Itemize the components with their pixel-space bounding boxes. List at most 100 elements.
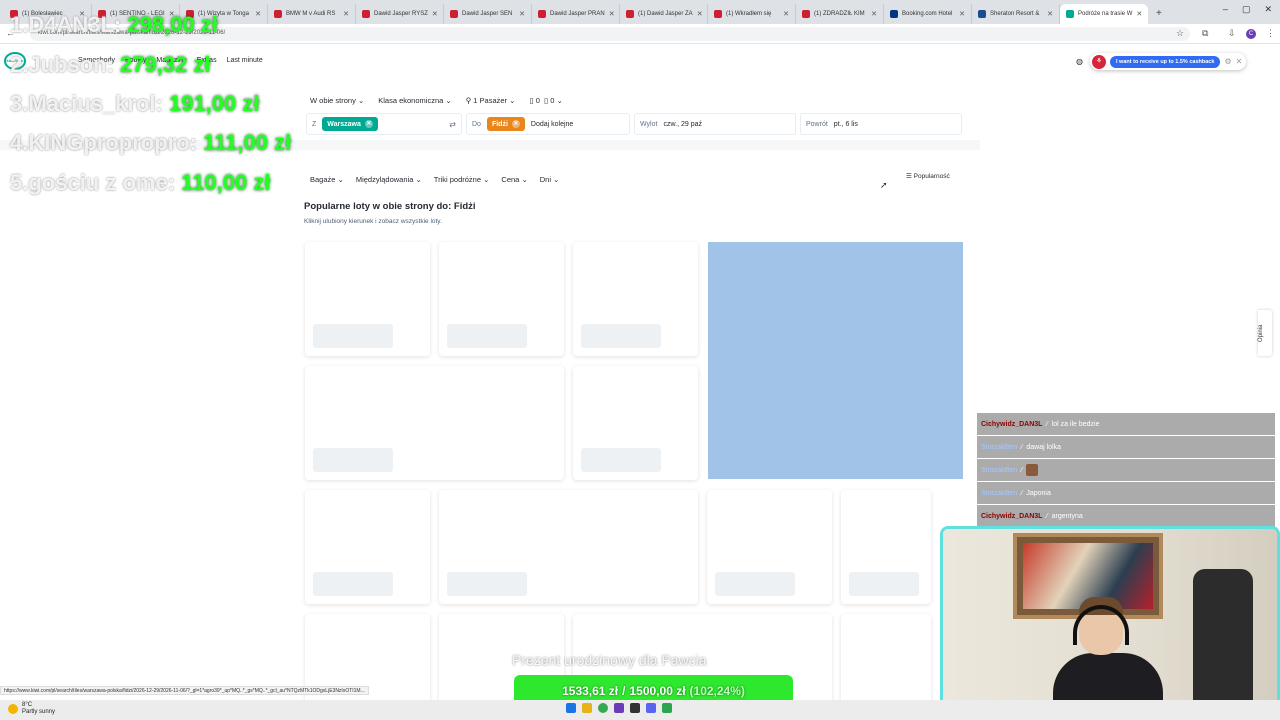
origin-field[interactable]: Z Warszawa ✕ ⇄ (306, 113, 462, 135)
filter-stops[interactable]: Międzylądowania ⌄ (356, 175, 422, 184)
chat-message: Cichywidz_DAN3L ⁄ lol za ile bedzie (977, 413, 1275, 435)
remove-chip-icon[interactable]: ✕ (364, 120, 373, 128)
browser-tab[interactable]: Booking.com Hotel ✕ (884, 4, 972, 24)
temperature: 8°C (22, 702, 33, 708)
destination-card-skeleton[interactable] (305, 490, 430, 604)
donor-name: 3.Macius_krol: (10, 91, 163, 116)
donor-amount: 110,00 zł (181, 170, 271, 195)
chrome-icon[interactable] (598, 703, 608, 713)
app-icon[interactable] (662, 703, 672, 713)
departure-date-field[interactable]: Wylot czw., 29 paź (634, 113, 796, 135)
new-tab-icon[interactable]: + (1156, 8, 1162, 19)
filter-travel-hacks[interactable]: Triki podróżne ⌄ (434, 175, 490, 184)
origin-chip[interactable]: Warszawa ✕ (322, 117, 378, 131)
mouse-cursor-icon: ➚ (880, 180, 888, 190)
badge-icon: ⁄ (1021, 489, 1023, 497)
close-icon[interactable]: ✕ (1236, 57, 1243, 66)
tab-close-icon[interactable]: ✕ (783, 10, 789, 18)
tab-label: (1) Dawid Jasper ZA (638, 11, 693, 17)
map-panel[interactable] (708, 242, 963, 479)
add-destination-placeholder[interactable]: Dodaj kolejne (531, 121, 573, 128)
browser-tab[interactable]: Dawid Jasper PRAN ✕ (532, 4, 620, 24)
tab-favicon-icon (714, 10, 722, 18)
browser-tab[interactable]: (1) ZDRADZIŁ KIM ✕ (796, 4, 884, 24)
settings-gear-icon[interactable]: ⚙ (1224, 57, 1231, 66)
minimize-icon[interactable]: – (1223, 4, 1228, 15)
browser-tab[interactable]: BMW M v Audi RS ✕ (268, 4, 356, 24)
tab-close-icon[interactable]: ✕ (255, 10, 261, 18)
chevron-down-icon: ⌄ (337, 174, 344, 184)
remove-chip-icon[interactable]: ✕ (511, 120, 520, 128)
tab-close-icon[interactable]: ✕ (697, 10, 703, 18)
filter-price[interactable]: Cena ⌄ (501, 175, 527, 184)
passengers-select[interactable]: ⚲ 1 Pasażer ⌄ (466, 96, 516, 105)
filter-days[interactable]: Dni ⌄ (540, 175, 560, 184)
destination-chip-label: Fidżi (491, 120, 508, 128)
chevron-down-icon: ⌄ (509, 95, 516, 105)
start-icon[interactable] (566, 703, 576, 713)
tab-label: (1) Wkradłem się (726, 11, 772, 17)
tab-label: Dawid Jasper SEN (462, 11, 513, 17)
destination-field[interactable]: Do Fidżi ✕ Dodaj kolejne (466, 113, 630, 135)
file-explorer-icon[interactable] (582, 703, 592, 713)
browser-tab[interactable]: Dawid Jasper SEN ✕ (444, 4, 532, 24)
nav-link-last-minute[interactable]: Last minute (227, 57, 263, 64)
filter-label: Bagaże (310, 174, 336, 184)
destination-card-skeleton[interactable] (573, 366, 698, 480)
browser-tab[interactable]: (1) Dawid Jasper ZA ✕ (620, 4, 708, 24)
skeleton-block (313, 572, 393, 596)
donor-amount: 191,00 zł (168, 91, 260, 116)
maximize-icon[interactable]: ▢ (1242, 4, 1251, 15)
tab-close-icon[interactable]: ✕ (609, 10, 615, 18)
browser-tab[interactable]: Dawid Jasper RYSZ ✕ (356, 4, 444, 24)
departure-label: Wylot (640, 120, 658, 128)
tab-close-icon[interactable]: ✕ (343, 10, 349, 18)
taskbar-apps (566, 703, 672, 713)
destination-card-skeleton[interactable] (573, 242, 698, 356)
profile-avatar[interactable]: C (1246, 29, 1256, 39)
obs-icon[interactable] (630, 703, 640, 713)
chat-text: Japonia (1026, 489, 1051, 497)
destination-card-skeleton[interactable] (841, 490, 931, 604)
weather-widget[interactable]: 8°C Partly sunny (8, 702, 55, 716)
chat-message: StrazakBen ⁄ Japonia (977, 482, 1275, 504)
destination-chip[interactable]: Fidżi ✕ (486, 117, 525, 131)
feedback-tab[interactable]: Opinia (1258, 310, 1272, 356)
cashback-button[interactable]: I want to receive up to 1.5% cashback (1110, 55, 1221, 68)
app-icon[interactable] (614, 703, 624, 713)
destination-card-skeleton[interactable] (305, 242, 430, 356)
destination-card-skeleton[interactable] (305, 366, 564, 480)
cabin-class-select[interactable]: Klasa ekonomiczna ⌄ (378, 96, 451, 105)
tab-close-icon[interactable]: ✕ (1047, 10, 1053, 18)
tab-label: Booking.com Hotel (902, 11, 953, 17)
sort-button[interactable]: ☰ Popularność (906, 172, 950, 180)
discord-icon[interactable] (646, 703, 656, 713)
tab-close-icon[interactable]: ✕ (432, 10, 438, 18)
sort-label: Popularność (913, 173, 950, 180)
emote-icon (1026, 464, 1039, 476)
tab-close-icon[interactable]: ✕ (519, 10, 525, 18)
extensions-icon[interactable]: ⧉ (1202, 28, 1208, 39)
tab-close-icon[interactable]: ✕ (871, 10, 877, 18)
close-window-icon[interactable]: ✕ (1264, 4, 1272, 15)
destination-card-skeleton[interactable] (439, 490, 698, 604)
destination-card-skeleton[interactable] (707, 490, 832, 604)
browser-menu-icon[interactable]: ⋮ (1266, 28, 1275, 39)
filter-bags[interactable]: Bagaże ⌄ (310, 175, 344, 184)
destination-card-skeleton[interactable] (841, 614, 931, 704)
return-date-field[interactable]: Powrót pt., 6 lis (800, 113, 962, 135)
bags-select[interactable]: ▯ 0 ▯ 0 ⌄ (529, 96, 562, 105)
tab-close-icon[interactable]: ✕ (959, 10, 965, 18)
browser-tab[interactable]: (1) Wkradłem się ✕ (708, 4, 796, 24)
chevron-down-icon: ⌄ (521, 174, 528, 184)
globe-icon[interactable]: ◍ (1076, 57, 1083, 66)
browser-tab-active[interactable]: Podróże na trasie W ✕ (1060, 4, 1148, 24)
browser-tab[interactable]: Sheraton Resort & ✕ (972, 4, 1060, 24)
downloads-icon[interactable]: ⇩ (1228, 28, 1236, 39)
tab-close-icon[interactable]: ✕ (1136, 10, 1142, 18)
bookmark-star-icon[interactable]: ☆ (1176, 28, 1184, 39)
swap-icon[interactable]: ⇄ (449, 120, 456, 129)
filter-label: Triki podróżne (433, 174, 482, 184)
destination-card-skeleton[interactable] (439, 242, 564, 356)
trip-type-select[interactable]: W obie strony ⌄ (310, 96, 364, 105)
